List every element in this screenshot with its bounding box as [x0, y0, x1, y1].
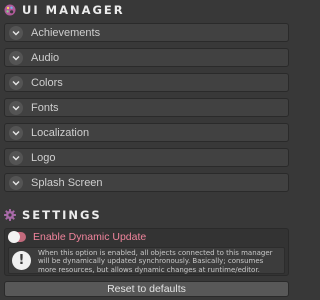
gear-icon — [4, 209, 16, 221]
foldout-label: Logo — [31, 151, 56, 164]
toggle-knob — [8, 231, 20, 243]
foldout-logo[interactable]: Logo — [4, 148, 289, 167]
dynamic-update-toggle[interactable] — [8, 231, 26, 243]
ui-manager-header: UI MANAGER — [4, 2, 125, 18]
foldout-label: Colors — [31, 76, 63, 89]
settings-header: SETTINGS — [4, 207, 102, 223]
chevron-down-icon — [9, 175, 23, 190]
settings-panel: Enable Dynamic Update ! When this option… — [4, 228, 289, 276]
foldout-label: Fonts — [31, 101, 59, 114]
chevron-down-icon — [9, 75, 23, 90]
chevron-down-icon — [9, 100, 23, 115]
info-box: ! When this option is enabled, all objec… — [8, 247, 285, 274]
chevron-down-icon — [9, 50, 23, 65]
settings-title: SETTINGS — [22, 208, 102, 222]
reset-to-defaults-button[interactable]: Reset to defaults — [4, 281, 289, 297]
foldout-colors[interactable]: Colors — [4, 73, 289, 92]
info-text: When this option is enabled, all objects… — [38, 249, 273, 274]
foldout-localization[interactable]: Localization — [4, 123, 289, 142]
chevron-down-icon — [9, 150, 23, 165]
foldout-splash-screen[interactable]: Splash Screen — [4, 173, 289, 192]
dynamic-update-label: Enable Dynamic Update — [33, 231, 147, 243]
palette-icon — [4, 4, 16, 16]
chevron-down-icon — [9, 125, 23, 140]
foldout-label: Localization — [31, 126, 90, 139]
foldout-label: Achievements — [31, 26, 101, 39]
exclamation-icon: ! — [12, 251, 31, 270]
foldout-label: Splash Screen — [31, 176, 103, 189]
foldout-label: Audio — [31, 51, 60, 64]
foldout-achievements[interactable]: Achievements — [4, 23, 289, 42]
foldout-audio[interactable]: Audio — [4, 48, 289, 67]
dynamic-update-row[interactable]: Enable Dynamic Update — [8, 231, 146, 243]
ui-manager-title: UI MANAGER — [22, 3, 125, 17]
foldout-fonts[interactable]: Fonts — [4, 98, 289, 117]
chevron-down-icon — [9, 25, 23, 40]
